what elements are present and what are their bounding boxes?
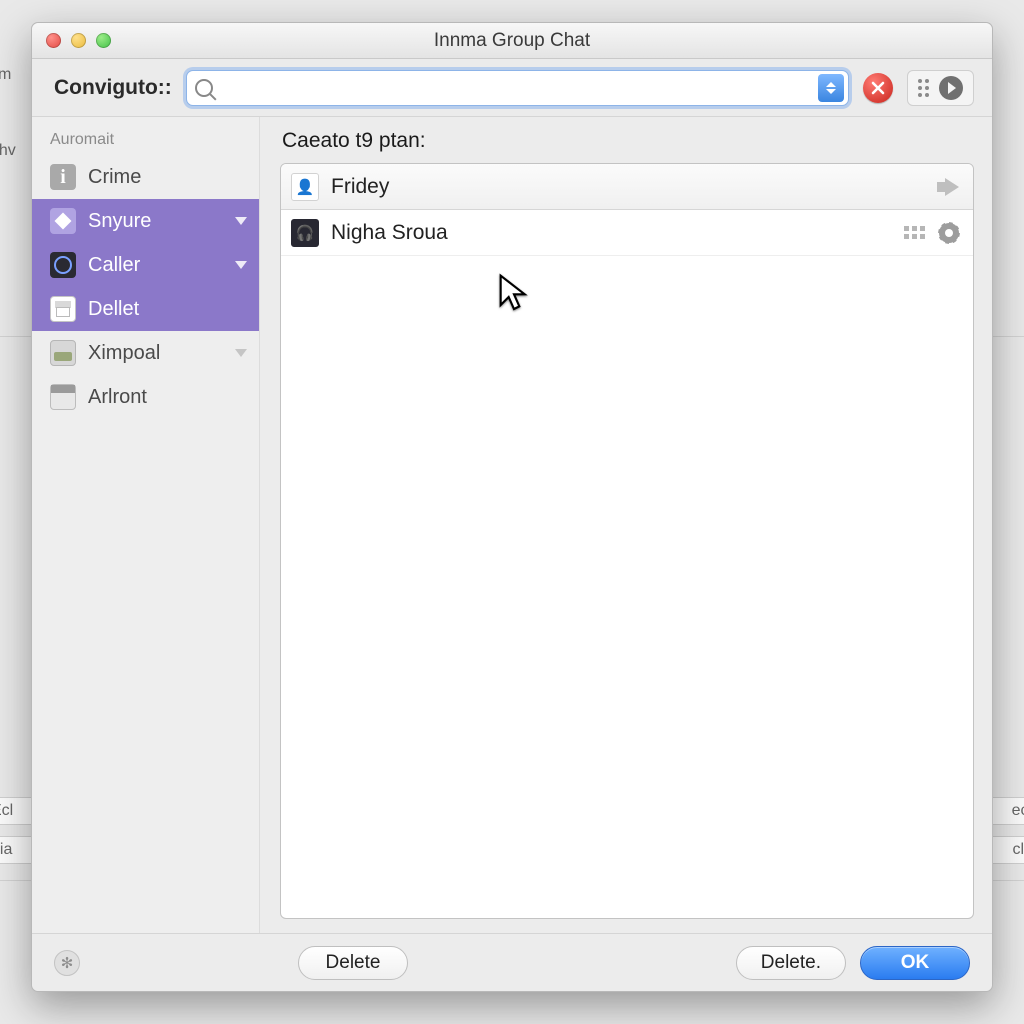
grid-icon[interactable] [904, 226, 925, 239]
sidebar-item-label: Arlront [88, 386, 147, 409]
chevron-down-icon [235, 217, 247, 225]
printer-icon [50, 296, 76, 322]
target-icon [50, 252, 76, 278]
x-icon [871, 81, 885, 95]
sidebar-section-label: Auromait [32, 125, 259, 155]
toolbar: Conviguto:: [32, 59, 992, 117]
chevron-down-icon [235, 261, 247, 269]
sidebar: Auromait Crime Snyure Caller Dellet [32, 117, 260, 933]
row-name: Fridey [331, 175, 389, 199]
bg-stub: ect [990, 797, 1024, 825]
zoom-window-button[interactable] [96, 33, 111, 48]
list-row[interactable]: 🎧 Nigha Sroua [281, 210, 973, 256]
info-icon [50, 164, 76, 190]
content-heading: Caeato t9 ptan: [280, 125, 974, 163]
bg-stub: dia [0, 836, 34, 864]
clear-button[interactable] [863, 73, 893, 103]
window-controls [46, 33, 111, 48]
bg-stub: cle [990, 836, 1024, 864]
dialog-window: Innma Group Chat Conviguto:: Auromait Cr… [31, 22, 993, 992]
sidebar-item-label: Dellet [88, 298, 139, 321]
row-name: Nigha Sroua [331, 221, 448, 245]
close-window-button[interactable] [46, 33, 61, 48]
dialog-footer: ✻ Delete Delete. OK [32, 933, 992, 991]
ok-button[interactable]: OK [860, 946, 970, 980]
tray-icon [50, 340, 76, 366]
sidebar-item-label: Snyure [88, 210, 151, 233]
gear-icon[interactable] [939, 223, 959, 243]
minimize-window-button[interactable] [71, 33, 86, 48]
sidebar-item-dellet[interactable]: Dellet [32, 287, 259, 331]
calendar-icon [50, 384, 76, 410]
person-icon: 👤 [291, 173, 319, 201]
search-icon [195, 79, 213, 97]
options-group [907, 70, 974, 106]
sidebar-item-label: Caller [88, 254, 140, 277]
titlebar[interactable]: Innma Group Chat [32, 23, 992, 59]
delete-button-secondary[interactable]: Delete. [736, 946, 846, 980]
window-title: Innma Group Chat [32, 30, 992, 52]
headphones-icon: 🎧 [291, 219, 319, 247]
options-menu-icon[interactable] [918, 79, 929, 97]
forward-arrow-icon[interactable] [945, 178, 959, 196]
search-label: Conviguto:: [54, 76, 172, 100]
sidebar-item-arlront[interactable]: Arlront [32, 375, 259, 419]
search-stepper[interactable] [818, 74, 844, 102]
sidebar-item-ximpoal[interactable]: Ximpoal [32, 331, 259, 375]
sidebar-item-snyure[interactable]: Snyure [32, 199, 259, 243]
content-pane: Caeato t9 ptan: 👤 Fridey 🎧 Nigha Sroua [260, 117, 992, 933]
dialog-body: Auromait Crime Snyure Caller Dellet [32, 117, 992, 933]
bg-text: cm [0, 62, 30, 88]
sidebar-item-caller[interactable]: Caller [32, 243, 259, 287]
list-row[interactable]: 👤 Fridey [281, 164, 973, 210]
search-field[interactable] [186, 70, 849, 106]
sidebar-item-label: Crime [88, 166, 141, 189]
bg-stub: Ecl [0, 797, 34, 825]
list-box: 👤 Fridey 🎧 Nigha Sroua [280, 163, 974, 919]
chevron-down-icon [235, 349, 247, 357]
sidebar-item-crime[interactable]: Crime [32, 155, 259, 199]
search-input[interactable] [219, 78, 814, 98]
settings-button[interactable]: ✻ [54, 950, 80, 976]
bg-text: ehv [0, 138, 30, 164]
play-button[interactable] [939, 76, 963, 100]
diamond-icon [50, 208, 76, 234]
sidebar-item-label: Ximpoal [88, 342, 160, 365]
delete-button[interactable]: Delete [298, 946, 408, 980]
